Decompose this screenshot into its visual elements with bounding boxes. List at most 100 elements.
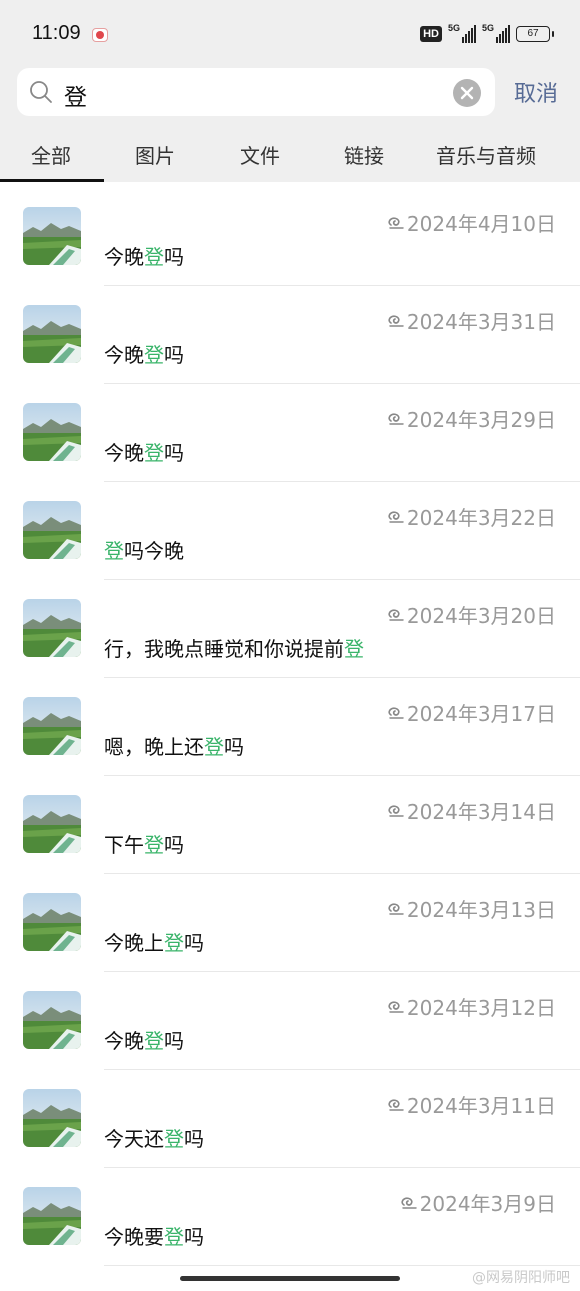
- message-date: 2024年3月29日: [387, 404, 556, 433]
- snippet-pre: 今晚上: [104, 931, 164, 955]
- voice-to-text-icon: [387, 216, 405, 230]
- date-text: 2024年3月20日: [406, 604, 556, 628]
- message-snippet: 嗯，晚上还登吗: [104, 731, 244, 760]
- snippet-post: 吗: [164, 343, 184, 367]
- date-text: 2024年3月12日: [406, 996, 556, 1020]
- avatar: [23, 501, 81, 559]
- date-text: 2024年3月11日: [406, 1094, 556, 1118]
- result-row[interactable]: 2024年3月31日今晚登吗: [0, 286, 580, 384]
- avatar: [23, 795, 81, 853]
- voice-to-text-icon: [387, 1098, 405, 1112]
- tab-files[interactable]: 文件: [240, 140, 280, 169]
- keyword-highlight: 登: [144, 1029, 164, 1053]
- avatar: [23, 991, 81, 1049]
- clear-button[interactable]: [453, 79, 481, 107]
- voice-to-text-icon: [400, 1196, 418, 1210]
- avatar: [23, 697, 81, 755]
- message-date: 2024年3月20日: [387, 600, 556, 629]
- watermark: @网易阴阳师吧: [472, 1270, 570, 1286]
- keyword-highlight: 登: [164, 931, 184, 955]
- avatar: [23, 893, 81, 951]
- message-snippet: 今晚登吗: [104, 339, 184, 368]
- snippet-post: 吗: [164, 441, 184, 465]
- signal-icon: 5G: [448, 23, 476, 43]
- tab-music-audio[interactable]: 音乐与音频: [436, 140, 536, 169]
- tab-links[interactable]: 链接: [344, 140, 384, 169]
- result-row[interactable]: 2024年3月13日今晚上登吗: [0, 874, 580, 972]
- message-snippet: 今晚要登吗: [104, 1221, 204, 1250]
- result-row[interactable]: 2024年3月11日今天还登吗: [0, 1070, 580, 1168]
- message-date: 2024年3月11日: [387, 1090, 556, 1119]
- status-time: 11:09: [32, 22, 81, 44]
- avatar: [23, 599, 81, 657]
- snippet-post: 吗今晚: [124, 539, 184, 563]
- voice-to-text-icon: [387, 902, 405, 916]
- close-icon: [460, 86, 474, 100]
- avatar: [23, 1187, 81, 1245]
- result-row[interactable]: 2024年3月12日今晚登吗: [0, 972, 580, 1070]
- result-row[interactable]: 2024年3月22日登吗今晚: [0, 482, 580, 580]
- message-snippet: 今晚上登吗: [104, 927, 204, 956]
- voice-to-text-icon: [387, 608, 405, 622]
- search-input[interactable]: 登: [17, 68, 495, 116]
- divider: [104, 1265, 580, 1266]
- snippet-post: 吗: [184, 1127, 204, 1151]
- keyword-highlight: 登: [144, 343, 164, 367]
- search-query: 登: [64, 85, 87, 111]
- message-date: 2024年3月9日: [400, 1188, 556, 1217]
- message-date: 2024年3月14日: [387, 796, 556, 825]
- snippet-pre: 今天还: [104, 1127, 164, 1151]
- voice-to-text-icon: [387, 510, 405, 524]
- snippet-post: 吗: [184, 1225, 204, 1249]
- snippet-pre: 今晚: [104, 245, 144, 269]
- voice-to-text-icon: [387, 706, 405, 720]
- keyword-highlight: 登: [344, 637, 364, 661]
- snippet-pre: 今晚: [104, 343, 144, 367]
- keyword-highlight: 登: [204, 735, 224, 759]
- keyword-highlight: 登: [104, 539, 124, 563]
- cancel-button[interactable]: 取消: [514, 76, 558, 108]
- tab-images[interactable]: 图片: [135, 140, 175, 169]
- snippet-post: 吗: [164, 1029, 184, 1053]
- result-row[interactable]: 2024年3月29日今晚登吗: [0, 384, 580, 482]
- result-row[interactable]: 2024年4月10日 今晚登吗: [0, 188, 580, 286]
- result-row[interactable]: 2024年3月17日嗯，晚上还登吗: [0, 678, 580, 776]
- date-text: 2024年3月14日: [406, 800, 556, 824]
- result-row[interactable]: 2024年3月20日行，我晚点睡觉和你说提前登: [0, 580, 580, 678]
- message-snippet: 行，我晚点睡觉和你说提前登: [104, 633, 364, 662]
- keyword-highlight: 登: [144, 441, 164, 465]
- snippet-pre: 下午: [104, 833, 144, 857]
- result-row[interactable]: 2024年3月14日下午登吗: [0, 776, 580, 874]
- avatar: [23, 1089, 81, 1147]
- status-indicators: HD 5G 5G 67: [420, 23, 554, 44]
- result-row[interactable]: 2024年3月9日今晚要登吗: [0, 1168, 580, 1266]
- snippet-post: 吗: [184, 931, 204, 955]
- message-date: 2024年3月31日: [387, 306, 556, 335]
- keyword-highlight: 登: [144, 833, 164, 857]
- signal-icon-2: 5G: [482, 23, 510, 43]
- snippet-pre: 今晚: [104, 441, 144, 465]
- search-bar: 登 取消: [0, 64, 580, 126]
- message-date: 2024年3月17日: [387, 698, 556, 727]
- avatar: [23, 305, 81, 363]
- message-date: 2024年4月10日: [387, 208, 556, 237]
- voice-to-text-icon: [387, 1000, 405, 1014]
- tab-all[interactable]: 全部: [31, 140, 71, 169]
- avatar: [23, 403, 81, 461]
- snippet-post: 吗: [164, 833, 184, 857]
- message-snippet: 今天还登吗: [104, 1123, 204, 1152]
- voice-to-text-icon: [387, 314, 405, 328]
- keyword-highlight: 登: [164, 1127, 184, 1151]
- message-date: 2024年3月22日: [387, 502, 556, 531]
- status-bar: 11:09 HD 5G 5G 67: [0, 0, 580, 64]
- message-snippet: 下午登吗: [104, 829, 184, 858]
- message-snippet: 今晚登吗: [104, 1025, 184, 1054]
- date-text: 2024年4月10日: [406, 212, 556, 236]
- snippet-pre: 今晚要: [104, 1225, 164, 1249]
- message-date: 2024年3月13日: [387, 894, 556, 923]
- snippet-post: 吗: [224, 735, 244, 759]
- keyword-highlight: 登: [164, 1225, 184, 1249]
- home-indicator[interactable]: [180, 1276, 400, 1281]
- voice-to-text-icon: [387, 412, 405, 426]
- date-text: 2024年3月31日: [406, 310, 556, 334]
